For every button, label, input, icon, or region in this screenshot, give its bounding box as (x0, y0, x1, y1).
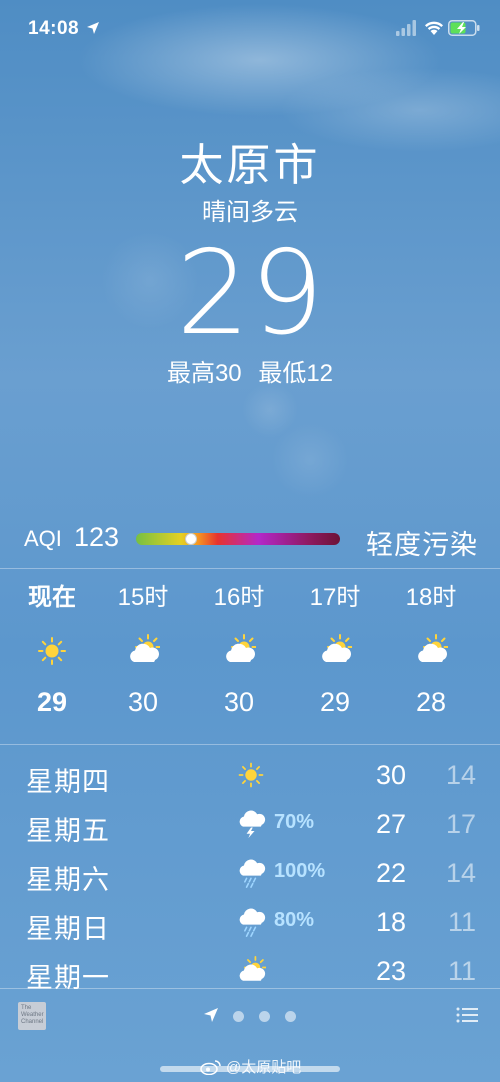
hourly-item: 18时 28 (383, 574, 479, 722)
hourly-item: 16时 30 (191, 574, 287, 722)
day-name: 星期五 (26, 816, 110, 846)
precipitation-chance: 70% (274, 811, 315, 833)
divider (0, 744, 500, 745)
weather-channel-logo[interactable]: The Weather Channel (18, 1002, 46, 1030)
hour-temperature: 29 (36, 687, 68, 717)
day-high: 27 (375, 809, 406, 839)
page-indicator[interactable] (203, 1004, 313, 1024)
daily-row: 星期六 100% 22 14 (0, 850, 500, 899)
wifi-icon (425, 21, 443, 35)
daily-row: 星期五 70% 27 17 (0, 801, 500, 850)
home-indicator[interactable] (160, 1066, 340, 1072)
day-name: 星期六 (26, 865, 110, 895)
day-high: 18 (375, 907, 406, 937)
current-condition: 晴间多云 (202, 199, 298, 226)
day-name: 星期四 (26, 767, 110, 797)
aqi-marker (185, 533, 198, 545)
battery-charging-icon (448, 20, 480, 36)
high-temperature: 最高30 (166, 360, 242, 387)
aqi-row[interactable]: AQI 123 轻度污染 (24, 520, 480, 560)
hour-label: 15时 (117, 584, 169, 611)
hour-label: 现在 (28, 584, 76, 611)
sun-icon (38, 637, 66, 665)
hourly-item: 17时 29 (287, 574, 383, 722)
day-low: 14 (445, 858, 476, 888)
page-dot (259, 1011, 270, 1022)
day-high: 23 (375, 956, 406, 986)
daily-row: 星期四 30 14 (0, 752, 500, 801)
list-icon[interactable] (456, 1006, 478, 1024)
precipitation-chance: 100% (274, 860, 326, 882)
current-temperature: 29 (176, 226, 324, 361)
day-low: 11 (447, 956, 476, 986)
hour-label: 18时 (405, 584, 457, 611)
thunderstorm-icon (239, 810, 266, 839)
high-low: 最高30 最低12 (0, 358, 500, 390)
partly-cloudy-icon (130, 634, 160, 662)
hourly-item: 现在 29 (4, 574, 100, 722)
rain-icon (239, 908, 266, 937)
aqi-label: AQI (24, 526, 62, 551)
aqi-description: 轻度污染 (366, 530, 478, 560)
partly-cloudy-icon (226, 634, 256, 662)
sun-icon (238, 762, 264, 788)
daily-row: 星期日 80% 18 11 (0, 899, 500, 948)
page-dot (285, 1011, 296, 1022)
hour-temperature: 28 (415, 687, 447, 717)
aqi-scale-bar (136, 533, 340, 545)
location-arrow-icon (87, 22, 99, 34)
divider (0, 988, 500, 989)
day-high: 30 (375, 760, 406, 790)
day-high: 22 (375, 858, 406, 888)
day-name: 星期日 (26, 914, 110, 944)
hour-temperature: 30 (127, 687, 159, 717)
status-bar: 14:08 (0, 0, 500, 56)
hour-label: 17时 (309, 584, 361, 611)
current-location-icon (204, 1008, 218, 1022)
day-low: 17 (445, 809, 476, 839)
weather-header: 太原市 晴间多云 29 最高30 最低12 (0, 140, 500, 390)
hour-temperature: 29 (319, 687, 351, 717)
low-temperature: 最低12 (258, 360, 334, 387)
rain-icon (239, 859, 266, 888)
partly-cloudy-icon (239, 956, 266, 981)
precipitation-chance: 80% (274, 909, 315, 931)
bottom-bar: The Weather Channel (0, 990, 500, 1040)
daily-forecast[interactable]: 星期四 30 14 星期五 70% 27 17 星期六 100% 22 14 星期日 80% 18 11 星期… (0, 752, 500, 997)
cellular-signal-icon (396, 20, 416, 36)
day-low: 14 (445, 760, 476, 790)
status-time: 14:08 (28, 18, 80, 39)
hourly-item: 15时 30 (95, 574, 191, 722)
hourly-forecast[interactable]: 现在 29 15时 30 16时 30 17时 29 18时 28 (0, 574, 500, 744)
hour-temperature: 30 (223, 687, 255, 717)
day-low: 11 (447, 907, 476, 937)
hour-label: 16时 (213, 584, 265, 611)
divider (0, 568, 500, 569)
page-dot (233, 1011, 244, 1022)
partly-cloudy-icon (322, 634, 352, 662)
city-name: 太原市 (179, 141, 321, 190)
partly-cloudy-icon (418, 634, 448, 662)
aqi-value: 123 (74, 522, 120, 552)
